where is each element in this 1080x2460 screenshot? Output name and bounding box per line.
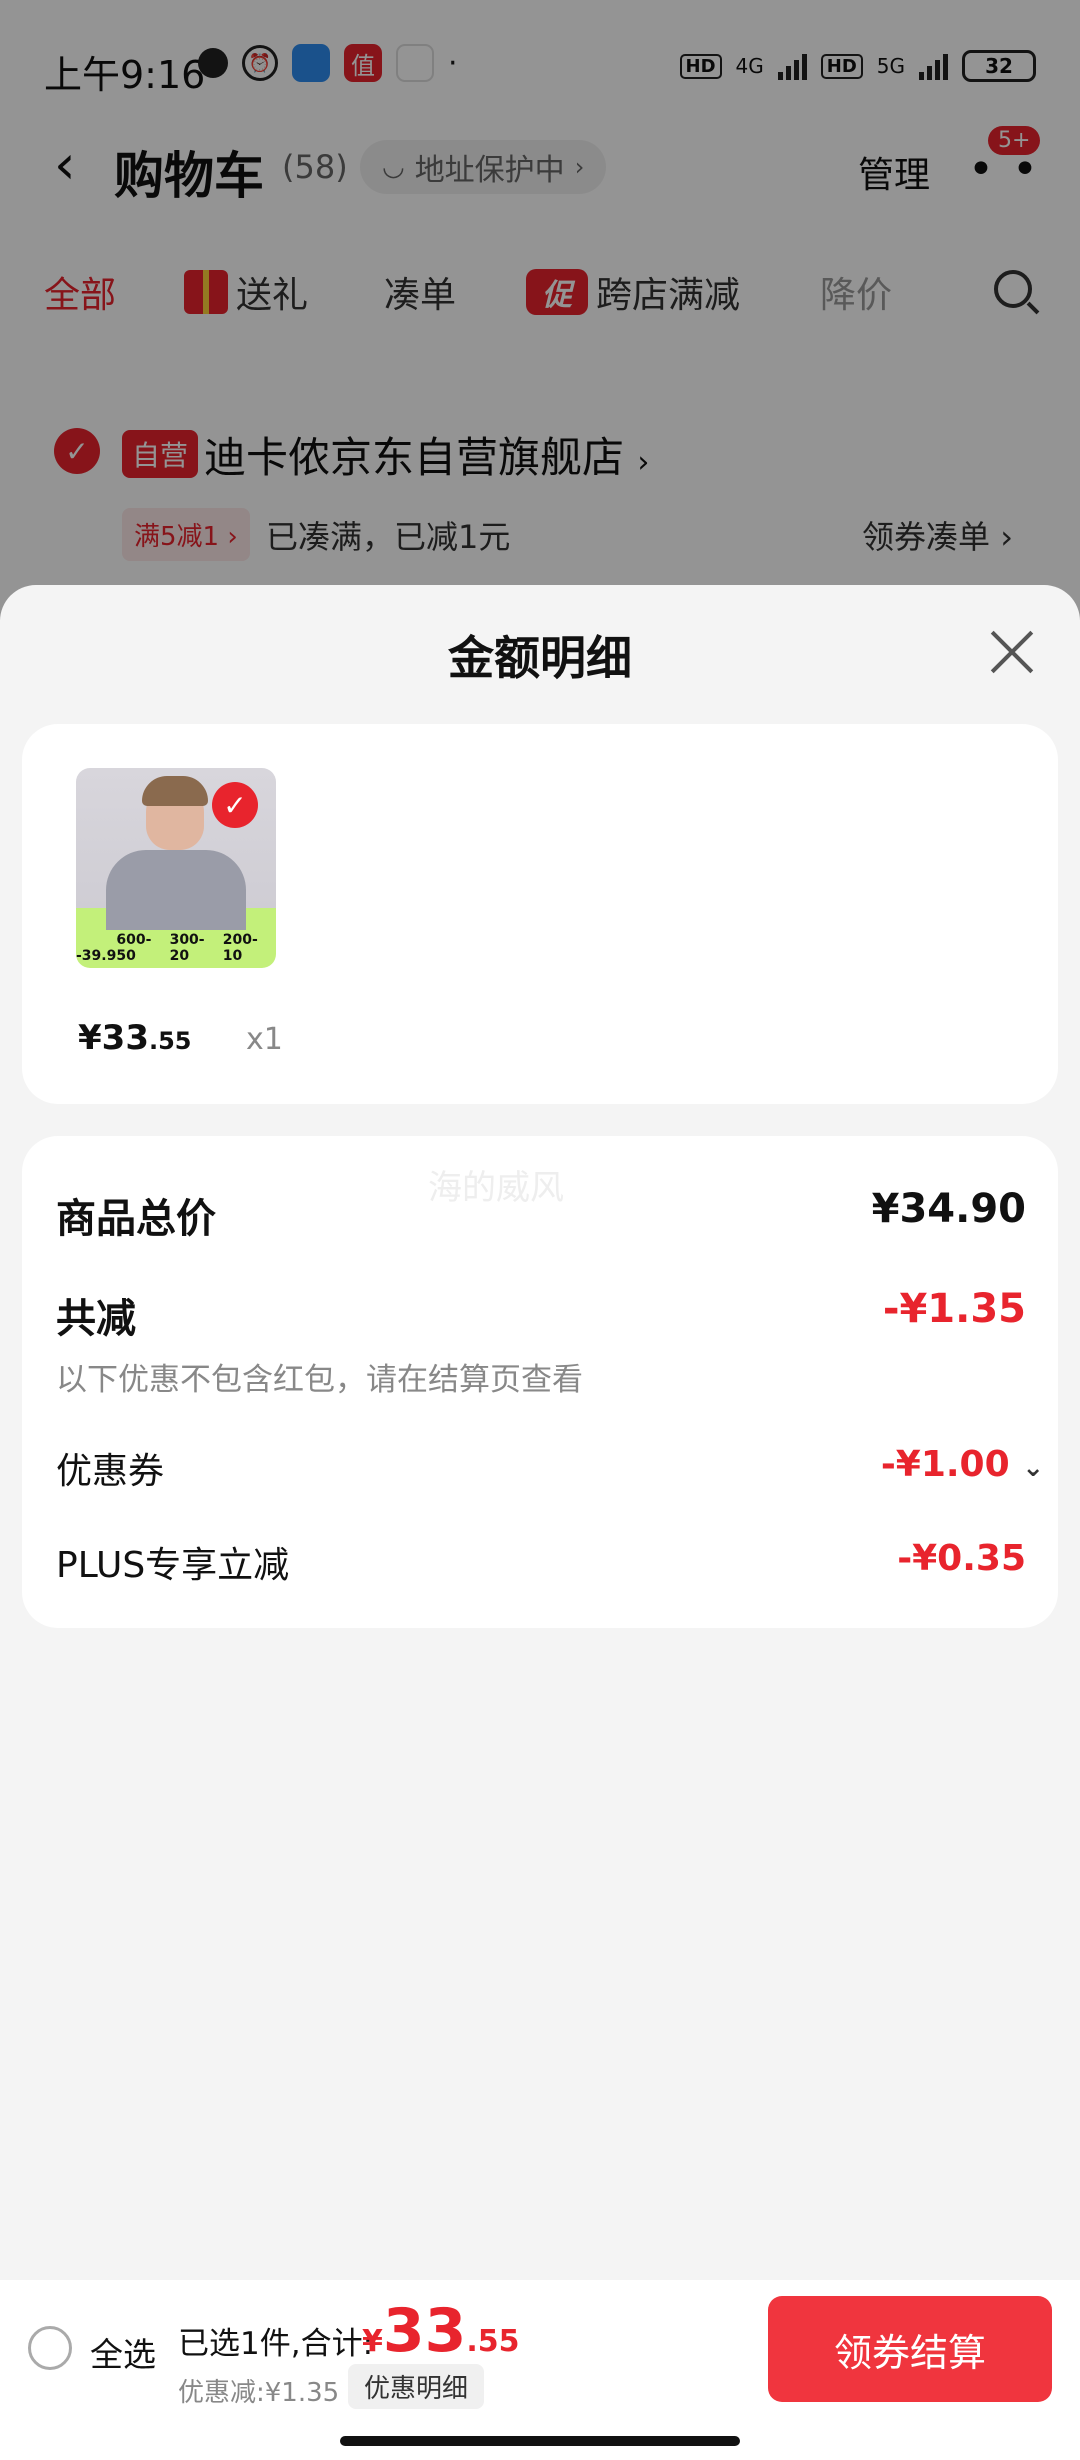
- close-icon[interactable]: [988, 628, 1036, 676]
- discount-detail-button[interactable]: 优惠明细: [348, 2364, 485, 2409]
- product-qty: x1: [246, 1022, 283, 1057]
- coupon-value: -¥1.00: [880, 1444, 1010, 1485]
- total-int: 33: [382, 2296, 467, 2366]
- checkout-button[interactable]: 领券结算: [768, 2296, 1052, 2402]
- strip-price: -39.9: [76, 948, 117, 964]
- watermark: 海的威风: [428, 1168, 564, 1208]
- sheet-title: 金额明细: [448, 631, 632, 685]
- price-int: ¥33: [78, 1018, 149, 1058]
- image-hair: [142, 776, 208, 806]
- plus-value: -¥0.35: [897, 1538, 1026, 1579]
- total-dec: .55: [466, 2324, 520, 2359]
- reduce-value: -¥1.35: [882, 1286, 1026, 1332]
- strip-offer: 200-10: [222, 932, 258, 964]
- total-label: 商品总价: [56, 1196, 216, 1242]
- product-price: ¥33.55: [78, 1018, 192, 1058]
- select-all-label[interactable]: 全选: [90, 2328, 156, 2376]
- coupon-label: 优惠券: [56, 1451, 165, 1492]
- total-amount: ¥33.55: [362, 2296, 520, 2366]
- discount-summary: 优惠减:¥1.35: [178, 2378, 340, 2408]
- select-all-radio[interactable]: [28, 2326, 72, 2370]
- strip-offer: 600-50: [116, 932, 152, 964]
- dim-overlay[interactable]: [0, 0, 1080, 620]
- image-price-strip: -39.9 600-50 300-20 200-10: [76, 932, 276, 968]
- total-value: ¥34.90: [871, 1186, 1026, 1232]
- home-indicator[interactable]: [340, 2436, 740, 2446]
- discount-note: 以下优惠不包含红包，请在结算页查看: [56, 1362, 583, 1398]
- reduce-label: 共减: [56, 1296, 136, 1342]
- total-currency: ¥: [362, 2324, 383, 2359]
- coupon-value-row[interactable]: -¥1.00 ⌄: [881, 1444, 1044, 1485]
- product-check-icon[interactable]: ✓: [212, 782, 258, 828]
- price-dec: .55: [148, 1027, 192, 1055]
- selected-summary: 已选1件,合计:: [178, 2326, 374, 2362]
- strip-offer: 300-20: [169, 932, 205, 964]
- plus-label: PLUS专享立减: [56, 1545, 290, 1586]
- image-shirt: [106, 850, 246, 930]
- chevron-down-icon: ⌄: [1022, 1453, 1044, 1483]
